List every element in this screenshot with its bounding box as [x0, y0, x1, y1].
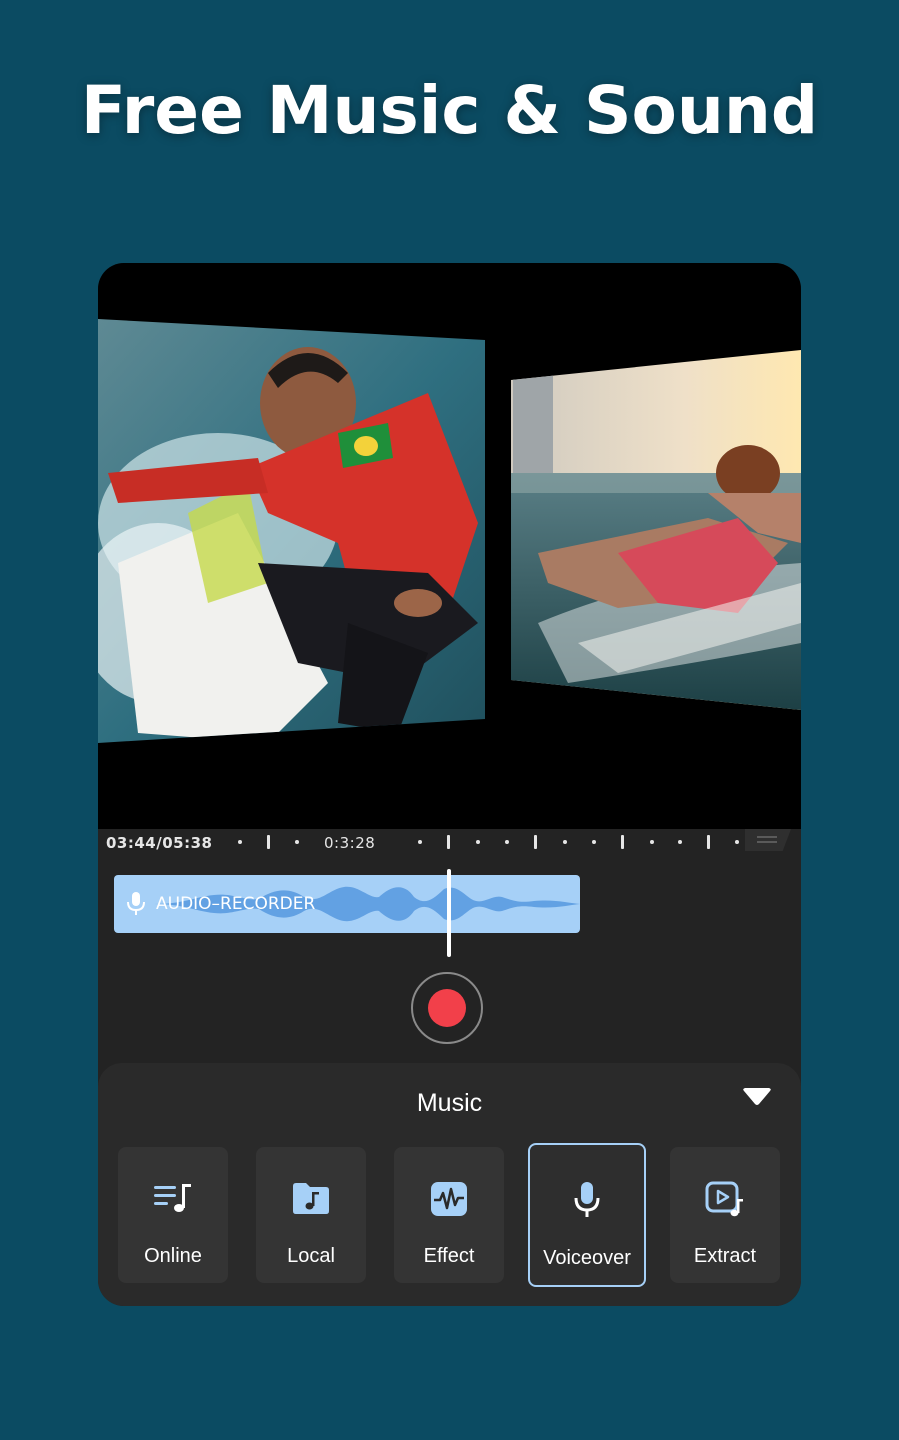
- tool-label: Extract: [693, 1245, 757, 1267]
- handle-grip-line: [757, 841, 777, 843]
- handle-grip-line: [757, 836, 777, 838]
- ruler-dot: [650, 840, 654, 844]
- ruler-dot: [678, 840, 682, 844]
- music-folder-icon: [293, 1183, 329, 1214]
- tool-voiceover[interactable]: Voiceover: [528, 1143, 646, 1287]
- tool-label: Voiceover: [543, 1247, 631, 1269]
- editor-screen: 03:44/05:38 0:3:28 AUDIO–RECORDER Music …: [98, 263, 801, 1306]
- video-preview[interactable]: [98, 263, 801, 829]
- microphone-icon: [574, 1182, 600, 1217]
- waveform-icon: [431, 1182, 467, 1216]
- music-tools: Online Local Effect Voiceover Extract: [118, 1143, 782, 1287]
- music-list-icon: [154, 1184, 191, 1212]
- tool-effect[interactable]: Effect: [394, 1147, 504, 1283]
- audio-recorder-clip[interactable]: AUDIO–RECORDER: [114, 875, 580, 933]
- ruler-dot: [476, 840, 480, 844]
- headline: Free Music & Sound: [80, 72, 819, 149]
- chevron-down-icon[interactable]: [741, 1087, 773, 1109]
- ruler-dot: [295, 840, 299, 844]
- ruler-time-marker: 0:3:28: [324, 834, 376, 852]
- ruler-handle[interactable]: [745, 829, 791, 851]
- ruler-tick: [621, 835, 624, 849]
- ruler-tick: [447, 835, 450, 849]
- ruler-tick: [534, 835, 537, 849]
- ruler-dot: [592, 840, 596, 844]
- ruler-dot: [238, 840, 242, 844]
- left-video-frame: [98, 319, 485, 743]
- ruler-dot: [735, 840, 739, 844]
- current-time-label: 03:44/05:38: [106, 834, 213, 852]
- microphone-icon: [127, 892, 145, 915]
- ruler-tick: [707, 835, 710, 849]
- time-ruler[interactable]: 03:44/05:38 0:3:28: [98, 829, 801, 855]
- tool-label: Online: [144, 1245, 202, 1267]
- ruler-tick: [267, 835, 270, 849]
- tool-local[interactable]: Local: [256, 1147, 366, 1283]
- tool-label: Local: [287, 1245, 335, 1267]
- video-music-icon: [705, 1181, 743, 1217]
- tool-label: Effect: [423, 1245, 475, 1267]
- timeline-area[interactable]: 03:44/05:38 0:3:28 AUDIO–RECORDER: [98, 829, 801, 1063]
- record-button[interactable]: [411, 972, 483, 1044]
- ruler-dot: [418, 840, 422, 844]
- ruler-dot: [505, 840, 509, 844]
- preview-transition-art: [98, 319, 801, 743]
- right-video-frame: [511, 350, 801, 710]
- tool-online[interactable]: Online: [118, 1147, 228, 1283]
- audio-clip-label: AUDIO–RECORDER: [156, 894, 316, 914]
- tool-extract[interactable]: Extract: [670, 1147, 780, 1283]
- music-panel: Music Online Local Effect Voiceover Extr…: [98, 1063, 801, 1306]
- ruler-dot: [563, 840, 567, 844]
- record-dot: [428, 989, 466, 1027]
- panel-title: Music: [416, 1089, 483, 1117]
- playhead[interactable]: [447, 869, 451, 957]
